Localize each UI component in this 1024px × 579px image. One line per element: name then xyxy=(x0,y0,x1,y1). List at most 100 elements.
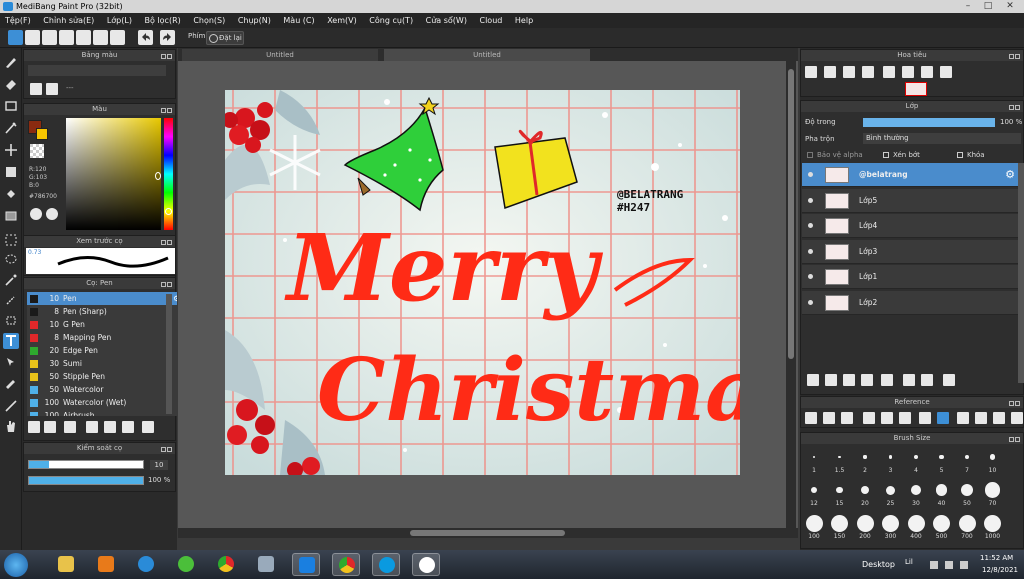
taskbar-ie[interactable] xyxy=(132,553,160,576)
close-icon[interactable]: ✕ xyxy=(1000,0,1020,13)
layer-visibility-icon[interactable] xyxy=(808,197,813,203)
brush-size-dot[interactable] xyxy=(836,486,843,494)
brush-item[interactable]: 10 Pen ⚙ xyxy=(27,292,177,305)
brush-size-dot[interactable] xyxy=(886,485,895,495)
layer-add-more-icon[interactable] xyxy=(881,374,893,386)
layer-new-icon[interactable] xyxy=(807,374,819,386)
rotate-left-icon[interactable] xyxy=(883,66,895,78)
brush-item[interactable]: 100 Watercolor (Wet) xyxy=(27,396,177,409)
magic-wand-icon[interactable] xyxy=(3,272,19,288)
start-button-icon[interactable] xyxy=(4,553,28,577)
reset-button[interactable]: Đặt lại xyxy=(206,31,244,45)
taskbar-medibang[interactable] xyxy=(412,553,440,576)
doc-tab-1[interactable]: Untitled xyxy=(182,49,378,61)
brush-size-dot[interactable] xyxy=(984,482,1001,498)
ref-rotate-left-icon[interactable] xyxy=(957,412,969,424)
secondary-color-swatch[interactable] xyxy=(36,128,48,140)
layer-row[interactable]: Lớp5 xyxy=(802,188,1018,213)
brush-size-dot[interactable] xyxy=(860,485,870,495)
pages-icon[interactable] xyxy=(93,30,108,45)
doc-tab-2[interactable]: Untitled xyxy=(384,49,590,61)
brush-size-value[interactable]: 10 xyxy=(150,460,168,470)
taskbar-paint[interactable] xyxy=(252,553,280,576)
brush-tool-icon[interactable] xyxy=(3,54,19,70)
menu-layer[interactable]: Lớp(L) xyxy=(102,13,137,28)
taskbar-app-green[interactable] xyxy=(172,553,200,576)
divide-tool-icon[interactable] xyxy=(3,398,19,414)
taskbar-chrome[interactable] xyxy=(212,553,240,576)
gradient-tool-icon[interactable] xyxy=(3,208,19,224)
ref-hand-icon[interactable] xyxy=(937,412,949,424)
menu-color[interactable]: Màu (C) xyxy=(278,13,319,28)
brush-add-icon[interactable] xyxy=(44,421,56,433)
horizontal-scrollbar[interactable] xyxy=(178,528,798,538)
menu-snap[interactable]: Chụp(N) xyxy=(233,13,276,28)
brush-cloud-icon[interactable] xyxy=(28,421,40,433)
transparent-swatch[interactable] xyxy=(30,144,44,158)
horizontal-scroll-thumb[interactable] xyxy=(410,530,565,536)
brush-item[interactable]: 50 Watercolor xyxy=(27,383,177,396)
brush-size-dot[interactable] xyxy=(882,514,899,532)
menu-help[interactable]: Help xyxy=(510,13,538,28)
select-eraser-icon[interactable] xyxy=(3,312,19,328)
ref-close-icon[interactable] xyxy=(841,412,853,424)
brush-size-dot[interactable] xyxy=(939,454,944,459)
layer-delete-icon[interactable] xyxy=(943,374,955,386)
redo-icon[interactable] xyxy=(160,30,175,45)
layer-new-8bit-icon[interactable] xyxy=(825,374,837,386)
palette-add-icon[interactable] xyxy=(30,83,42,95)
clock-date[interactable]: 12/8/2021 xyxy=(982,566,1018,574)
clipping-checkbox[interactable] xyxy=(883,152,889,158)
layer-row[interactable]: Lớp1 xyxy=(802,265,1018,289)
hue-handle[interactable] xyxy=(165,208,172,215)
brush-item[interactable]: 10 G Pen xyxy=(27,318,177,331)
brush-size-dot[interactable] xyxy=(810,486,818,494)
ref-eyedropper-icon[interactable] xyxy=(919,412,931,424)
brush-item[interactable]: 8 Mapping Pen xyxy=(27,331,177,344)
layer-new-1bit-icon[interactable] xyxy=(843,374,855,386)
brush-item[interactable]: 8 Pen (Sharp) xyxy=(27,305,177,318)
layer-row[interactable]: Lớp2 xyxy=(802,290,1018,315)
layer-new-halftone-icon[interactable] xyxy=(861,374,873,386)
layer-settings-gear-icon[interactable]: ⚙ xyxy=(1005,163,1015,187)
ref-cloud-icon[interactable] xyxy=(805,412,817,424)
brush-size-dot[interactable] xyxy=(805,514,823,532)
brush-list-scrollbar[interactable] xyxy=(166,294,172,414)
maximize-icon[interactable]: □ xyxy=(978,0,998,13)
hand-tool-icon[interactable] xyxy=(3,418,19,434)
minimize-icon[interactable]: – xyxy=(958,0,978,13)
language-indicator[interactable]: Lil xyxy=(905,558,913,566)
zoom-out-icon[interactable] xyxy=(862,66,874,78)
taskbar-zalo[interactable] xyxy=(292,553,320,576)
brush-size-dot[interactable] xyxy=(831,514,848,532)
layer-visibility-icon[interactable] xyxy=(808,299,813,305)
document-canvas[interactable]: @BELATRANG #H247 Merry Christmas xyxy=(225,90,740,475)
layer-row[interactable]: Lớp4 xyxy=(802,214,1018,238)
layer-merge-icon[interactable] xyxy=(921,374,933,386)
brush-size-dot[interactable] xyxy=(888,455,893,459)
brush-size-dot[interactable] xyxy=(933,514,950,532)
brush-size-dot[interactable] xyxy=(838,455,841,459)
eraser-tool-icon[interactable] xyxy=(3,76,19,92)
ref-zoom-in-icon[interactable] xyxy=(863,412,875,424)
layer-duplicate-icon[interactable] xyxy=(903,374,915,386)
undo-icon[interactable] xyxy=(138,30,153,45)
brush-folder-icon[interactable] xyxy=(86,421,98,433)
pen-tool-icon[interactable] xyxy=(3,120,19,136)
taskbar-explorer[interactable] xyxy=(52,553,80,576)
brush-size-dot[interactable] xyxy=(989,454,996,460)
brush-settings-icon[interactable] xyxy=(104,421,116,433)
brush-item[interactable]: 20 Edge Pen xyxy=(27,344,177,357)
layer-row[interactable]: @belatrang ⚙ xyxy=(802,163,1018,187)
move-tool-icon[interactable] xyxy=(3,142,19,158)
menu-tools[interactable]: Công cụ(T) xyxy=(364,13,418,28)
rectangle-select-icon[interactable] xyxy=(3,98,19,114)
tray-icon-network[interactable] xyxy=(930,561,938,569)
rotate-right-icon[interactable] xyxy=(921,66,933,78)
brush-size-dot[interactable] xyxy=(984,514,1001,532)
lasso-tool-icon[interactable] xyxy=(3,252,19,268)
taskbar-chrome-active[interactable] xyxy=(332,553,360,576)
brush-size-dot[interactable] xyxy=(964,454,970,460)
text-tool-icon[interactable] xyxy=(3,333,19,349)
layer-visibility-icon[interactable] xyxy=(808,248,813,254)
